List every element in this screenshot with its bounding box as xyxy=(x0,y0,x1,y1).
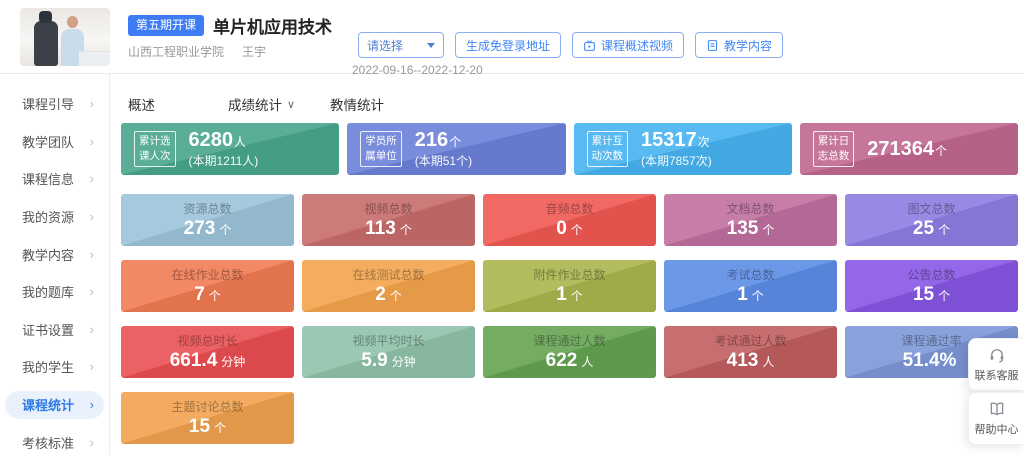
header-controls: 请选择 生成免登录地址 课程概述视频 教学内容 xyxy=(358,32,784,58)
cover-robot-shape xyxy=(34,20,58,66)
chevron-down-icon: ∨ xyxy=(287,98,296,111)
tab-grade-statistics[interactable]: 成绩统计 ∨ xyxy=(228,94,295,114)
course-overview-video-button[interactable]: 课程概述视频 xyxy=(572,32,685,58)
banner-tag: 学员所 属单位 xyxy=(360,130,402,168)
stat-card-average-video-duration: 视频平均时长 5.9 分钟 xyxy=(302,326,475,378)
stat-card-total-announcements: 公告总数 15 个 xyxy=(845,260,1018,312)
sidebar-item-assessment-criteria[interactable]: 考核标准 › xyxy=(0,423,109,455)
banner-total-interactions: 累计互 动次数 15317次 (本期7857次) xyxy=(573,123,792,175)
tab-overview[interactable]: 概述 xyxy=(128,94,155,114)
sidebar-item-course-guide[interactable]: 课程引导 › xyxy=(0,85,109,123)
cover-person-head-shape xyxy=(66,16,79,29)
video-icon xyxy=(583,39,596,52)
banner-value: 216个 xyxy=(414,129,462,151)
banner-sub-value: (本期1211人) xyxy=(188,154,259,168)
banner-tag: 累计互 动次数 xyxy=(586,130,628,168)
banner-value: 271364个 xyxy=(867,137,948,160)
chevron-right-icon: › xyxy=(89,397,94,413)
banner-total-logs: 累计日 志总数 271364个 xyxy=(799,123,1018,175)
sidebar-item-my-resources[interactable]: 我的资源 › xyxy=(0,198,109,236)
banner-tag: 累计选 课人次 xyxy=(134,130,176,168)
stat-card-total-resources: 资源总数 273 个 xyxy=(121,194,294,246)
stat-card-grid: 资源总数 273 个 视频总数 113 个 音频总数 0个 文档总数 135 个 图文… xyxy=(121,194,1018,444)
chevron-right-icon: › xyxy=(89,246,94,262)
course-title: 单片机应用技术 xyxy=(213,18,333,37)
chevron-down-icon xyxy=(427,42,435,48)
stat-card-exam-passed-count: 考试通过人数 413 人 xyxy=(664,326,837,378)
banner-value: 15317次 xyxy=(641,129,710,151)
stat-card-total-image-texts: 图文总数 25 个 xyxy=(845,194,1018,246)
sidebar-item-question-bank[interactable]: 我的题库 › xyxy=(0,273,109,311)
book-icon xyxy=(988,400,1006,418)
page-header: 第五期开课 单片机应用技术 山西工程职业学院 王宇 请选择 生成免登录地址 课程… xyxy=(0,0,1024,77)
chevron-right-icon: › xyxy=(89,133,94,149)
sidebar-item-teaching-team[interactable]: 教学团队 › xyxy=(0,123,109,161)
stat-card-topic-discussions: 主题讨论总数 15 个 xyxy=(121,392,294,444)
stat-card-total-exams: 考试总数 1个 xyxy=(664,260,837,312)
sidebar-item-teaching-content[interactable]: 教学内容 › xyxy=(0,235,109,273)
generate-link-label: 生成免登录地址 xyxy=(466,38,551,53)
sidebar-item-course-statistics[interactable]: 课程统计 › xyxy=(5,390,104,419)
chevron-right-icon: › xyxy=(89,359,94,375)
chevron-right-icon: › xyxy=(89,209,94,225)
stat-card-total-documents: 文档总数 135 个 xyxy=(664,194,837,246)
stat-card-total-audios: 音频总数 0个 xyxy=(483,194,656,246)
cover-desk-shape xyxy=(79,50,110,66)
banner-sub-value: (本期7857次) xyxy=(641,154,712,168)
cover-robot-head-shape xyxy=(38,11,53,24)
contact-service-button[interactable]: 联系客服 xyxy=(968,338,1024,391)
chevron-right-icon: › xyxy=(89,171,94,187)
stat-card-total-video-duration: 视频总时长 661.4 分钟 xyxy=(121,326,294,378)
headset-icon xyxy=(988,346,1006,364)
course-title-row: 第五期开课 单片机应用技术 xyxy=(128,13,332,38)
chevron-right-icon: › xyxy=(89,321,94,337)
school-name: 山西工程职业学院 xyxy=(128,45,225,59)
chevron-right-icon: › xyxy=(89,434,94,450)
course-cover-image xyxy=(20,8,110,66)
stat-card-attachment-homework: 附件作业总数 1个 xyxy=(483,260,656,312)
stat-card-online-tests: 在线测试总数 2个 xyxy=(302,260,475,312)
session-badge: 第五期开课 xyxy=(128,15,205,36)
stat-card-online-homework: 在线作业总数 7个 xyxy=(121,260,294,312)
summary-banner-row: 累计选 课人次 6280人 (本期1211人) 学员所 属单位 216个 (本期51… xyxy=(121,123,1018,175)
select-placeholder: 请选择 xyxy=(367,38,404,53)
stat-card-course-passed-count: 课程通过人数 622 人 xyxy=(483,326,656,378)
teaching-content-button[interactable]: 教学内容 xyxy=(695,32,784,58)
chevron-right-icon: › xyxy=(89,96,94,112)
sidebar-item-course-info[interactable]: 课程信息 › xyxy=(0,160,109,198)
teacher-name: 王宇 xyxy=(242,45,267,59)
banner-member-units: 学员所 属单位 216个 (本期51个) xyxy=(347,123,566,175)
stat-card-total-videos: 视频总数 113 个 xyxy=(302,194,475,246)
course-date-range: 2022-09-16--2022-12-20 xyxy=(352,63,483,77)
generate-login-free-link-button[interactable]: 生成免登录地址 xyxy=(455,32,562,58)
document-icon xyxy=(706,39,719,52)
help-center-button[interactable]: 帮助中心 xyxy=(968,392,1024,445)
floating-help-widget: 联系客服 帮助中心 xyxy=(968,338,1024,446)
banner-value: 6280人 xyxy=(188,129,247,151)
tab-teaching-statistics[interactable]: 教情统计 xyxy=(330,94,384,114)
course-statistics-page: 第五期开课 单片机应用技术 山西工程职业学院 王宇 请选择 生成免登录地址 课程… xyxy=(0,0,1024,455)
banner-total-enrollments: 累计选 课人次 6280人 (本期1211人) xyxy=(121,123,340,175)
course-subtitle: 山西工程职业学院 王宇 xyxy=(128,43,266,60)
session-select[interactable]: 请选择 xyxy=(358,32,444,58)
sidebar-item-certificate-settings[interactable]: 证书设置 › xyxy=(0,311,109,349)
sidebar-nav: 课程引导 › 教学团队 › 课程信息 › 我的资源 › 教学内容 › 我的题库 › 证书设置… xyxy=(0,74,110,455)
banner-sub-value: (本期51个) xyxy=(414,154,473,168)
overview-video-label: 课程概述视频 xyxy=(601,38,674,53)
chevron-right-icon: › xyxy=(89,284,94,300)
teaching-content-label: 教学内容 xyxy=(724,38,773,53)
banner-tag: 累计日 志总数 xyxy=(812,130,855,168)
sidebar-item-my-students[interactable]: 我的学生 › xyxy=(0,348,109,386)
